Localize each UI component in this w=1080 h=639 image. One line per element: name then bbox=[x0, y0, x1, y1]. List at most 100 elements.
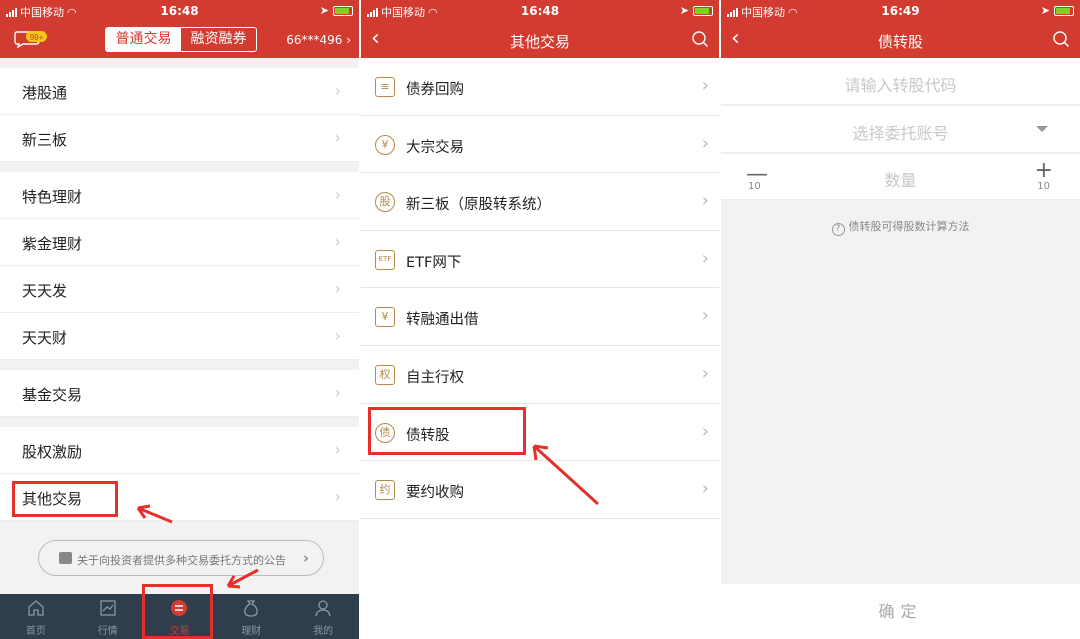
status-icons: ➤ bbox=[320, 4, 353, 17]
list-item-label: 新三板（原股转系统） bbox=[406, 197, 551, 214]
debt-to-equity-screen: 中国移动 ◠ 16:49 ➤ ‹ 债转股 请输入转股代码 选择委托账号 — 10… bbox=[721, 0, 1080, 639]
moneybag-icon bbox=[244, 600, 259, 617]
menu-item-zijin-wealth[interactable]: 紫金理财 › bbox=[0, 219, 359, 266]
annotation-arrow bbox=[136, 504, 173, 524]
battery-icon bbox=[1054, 5, 1074, 16]
menu-item-label: 特色理财 bbox=[22, 188, 83, 206]
chevron-right-icon: › bbox=[701, 247, 709, 269]
tab-wealth[interactable]: 理财 bbox=[215, 594, 287, 639]
nav-bar: 99+ 普通交易 融资融券 66***496 › bbox=[0, 22, 359, 58]
yuan-circle-icon: ¥ bbox=[375, 134, 395, 155]
location-icon: ➤ bbox=[1040, 4, 1050, 17]
list-item-bond-repo[interactable]: ≡ 债券回购 › bbox=[361, 58, 719, 116]
tab-margin-trade[interactable]: 融资融券 bbox=[181, 28, 256, 51]
document-icon: ≡ bbox=[375, 77, 395, 97]
chevron-right-icon: › bbox=[334, 232, 341, 251]
menu-item-label: 紫金理财 bbox=[22, 235, 83, 253]
status-bar: 中国移动 ◠ 16:48 ➤ bbox=[0, 0, 359, 22]
page-title: 债转股 bbox=[877, 33, 923, 51]
code-input[interactable]: 请输入转股代码 bbox=[721, 58, 1080, 105]
message-badge-icon[interactable]: 99+ bbox=[14, 30, 48, 48]
chevron-right-icon: › bbox=[701, 75, 709, 96]
chevron-right-icon: › bbox=[334, 326, 341, 345]
yuan-box-icon: ¥ bbox=[375, 307, 395, 328]
status-bar: 中国移动 ◠ 16:49 ➤ bbox=[721, 0, 1080, 22]
list-item-self-exercise[interactable]: 权 自主行权 › bbox=[361, 345, 719, 404]
chevron-right-icon: › bbox=[701, 362, 709, 384]
list-item-neeq[interactable]: 股 新三板（原股转系统） › bbox=[361, 173, 719, 231]
menu-item-special-wealth[interactable]: 特色理财 › bbox=[0, 172, 359, 219]
plus-icon[interactable]: + bbox=[1035, 158, 1053, 183]
tab-market[interactable]: 行情 bbox=[72, 594, 144, 639]
home-icon bbox=[28, 600, 44, 616]
menu-item-neeq[interactable]: 新三板 › bbox=[0, 115, 359, 162]
menu-item-label: 港股通 bbox=[22, 84, 68, 102]
chevron-right-icon: › bbox=[334, 383, 341, 402]
chart-icon bbox=[100, 600, 116, 616]
list-item-etf-offline[interactable]: ETF ETF网下 › bbox=[361, 230, 719, 289]
tab-label: 我的 bbox=[313, 626, 334, 637]
list-item-label: 转融通出借 bbox=[406, 312, 479, 329]
account-selector[interactable]: 66***496 › bbox=[286, 33, 351, 47]
tab-mine[interactable]: 我的 bbox=[287, 594, 359, 639]
tab-label: 理财 bbox=[241, 626, 262, 637]
annotation-arrow bbox=[226, 568, 259, 589]
chevron-right-icon: › bbox=[334, 128, 341, 147]
list-item-block-trade[interactable]: ¥ 大宗交易 › bbox=[361, 115, 719, 174]
status-icons: ➤ bbox=[1041, 4, 1074, 17]
menu-item-tiantianfa[interactable]: 天天发 › bbox=[0, 266, 359, 313]
code-placeholder: 请输入转股代码 bbox=[844, 76, 957, 95]
help-link[interactable]: ? 债转股可得股数计算方法 bbox=[721, 218, 1080, 236]
question-icon: ? bbox=[831, 223, 845, 236]
annotation-arrow bbox=[532, 444, 600, 506]
menu-item-label: 天天财 bbox=[22, 329, 68, 347]
trade-menu: 港股通 › 新三板 › 特色理财 › 紫金理财 › 天天发 › 天天财 › 基金交易 › 股权… bbox=[0, 68, 359, 521]
quantity-input[interactable]: 数量 bbox=[721, 167, 1080, 191]
menu-item-tiantiancai[interactable]: 天天财 › bbox=[0, 313, 359, 360]
quan-box-icon: 权 bbox=[375, 364, 395, 385]
briefcase-icon bbox=[59, 552, 72, 564]
menu-item-label: 新三板 bbox=[22, 131, 68, 149]
chevron-right-icon: › bbox=[701, 305, 709, 327]
menu-item-fund-trade[interactable]: 基金交易 › bbox=[0, 370, 359, 417]
chevron-right-icon: › bbox=[334, 81, 341, 100]
tab-home[interactable]: 首页 bbox=[0, 594, 72, 639]
highlight-box-debt-to-equity bbox=[368, 407, 526, 455]
list-item-label: 要约收购 bbox=[406, 485, 464, 502]
yue-box-icon: 约 bbox=[375, 480, 395, 501]
chevron-right-icon: › bbox=[334, 487, 341, 506]
trade-screen: 中国移动 ◠ 16:48 ➤ 99+ 普通交易 融资融券 66***496 › … bbox=[0, 0, 359, 639]
tab-label: 首页 bbox=[25, 626, 46, 637]
list-item-label: 债券回购 bbox=[406, 82, 464, 98]
page-title: 其他交易 bbox=[509, 33, 570, 51]
account-select[interactable]: 选择委托账号 bbox=[721, 106, 1080, 153]
list-item-refinancing-lending[interactable]: ¥ 转融通出借 › bbox=[361, 288, 719, 346]
nav-bar: ‹ 债转股 bbox=[721, 22, 1080, 58]
chevron-right-icon: › bbox=[334, 440, 341, 459]
tab-normal-trade[interactable]: 普通交易 bbox=[106, 28, 181, 51]
battery-icon bbox=[693, 5, 713, 16]
menu-item-equity-incentive[interactable]: 股权激励 › bbox=[0, 427, 359, 474]
chevron-right-icon: › bbox=[303, 549, 309, 567]
etf-icon: ETF bbox=[375, 249, 395, 270]
menu-item-hk-connect[interactable]: 港股通 › bbox=[0, 68, 359, 115]
confirm-button[interactable]: 确定 bbox=[721, 584, 1080, 639]
section-divider bbox=[0, 162, 359, 172]
location-icon: ➤ bbox=[679, 4, 689, 17]
status-time: 16:49 bbox=[881, 4, 920, 18]
list-item-label: ETF网下 bbox=[406, 254, 462, 271]
chevron-right-icon: › bbox=[701, 420, 709, 442]
announcement-pill[interactable]: 关于向投资者提供多种交易委托方式的公告 › bbox=[38, 540, 324, 576]
quantity-stepper: — 10 数量 + 10 bbox=[721, 154, 1080, 200]
plus-step: 10 bbox=[1037, 181, 1050, 192]
person-icon bbox=[315, 600, 331, 617]
chevron-right-icon: › bbox=[701, 190, 709, 212]
location-icon: ➤ bbox=[319, 4, 329, 17]
section-divider bbox=[0, 417, 359, 427]
help-text: 债转股可得股数计算方法 bbox=[848, 220, 970, 233]
search-icon[interactable] bbox=[1052, 30, 1070, 48]
account-number: 66***496 bbox=[286, 33, 343, 47]
status-time: 16:48 bbox=[160, 4, 199, 18]
search-icon[interactable] bbox=[691, 30, 709, 48]
other-trade-screen: 中国移动 ◠ 16:48 ➤ ‹ 其他交易 ≡ 债券回购 › ¥ 大宗交易 › … bbox=[361, 0, 719, 639]
